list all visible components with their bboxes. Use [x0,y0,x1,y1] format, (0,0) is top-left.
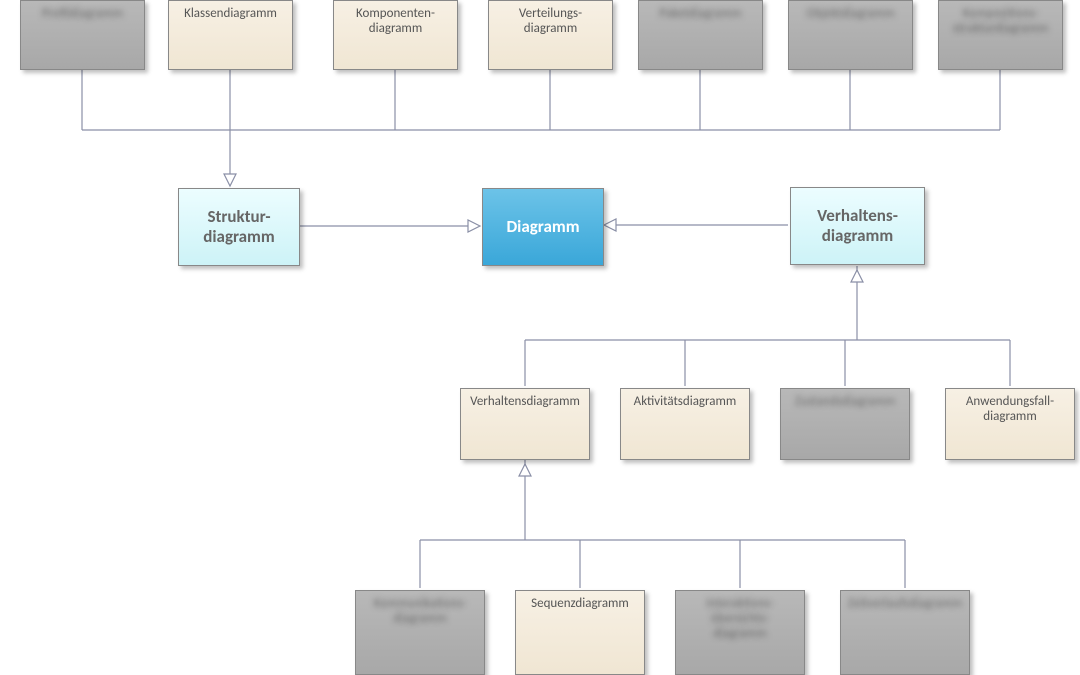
label: Objektdiagramm [806,7,895,22]
label: Diagramm [506,217,579,237]
label: Anwendungsfall-diagramm [966,395,1054,425]
label: Verhaltensdiagramm [470,395,580,410]
node-interaktionsuebersicht: Interaktions-übersichts-diagramm [675,590,805,675]
label: Struktur-diagramm [203,207,274,246]
node-verhaltensdiagramm: Verhaltens-diagramm [790,187,925,265]
node-profildiagramm: Profildiagramm [20,0,145,70]
node-sequenzdiagramm: Sequenzdiagramm [515,590,645,675]
label: Interaktions-übersichts-diagramm [707,597,774,642]
label: Kompositions-strukturdiagramm [953,7,1048,37]
label: Verhaltens-diagramm [817,206,898,245]
label: Verteilungs-diagramm [519,7,582,37]
node-klassendiagramm: Klassendiagramm [168,0,293,70]
node-aktivitaetsdiagramm: Aktivitätsdiagramm [620,388,750,460]
label: Komponenten-diagramm [356,7,435,37]
node-zustandsdiagramm: Zustandsdiagramm [780,388,910,460]
label: Profildiagramm [42,7,123,22]
node-verhaltensdiagramm-child: Verhaltensdiagramm [460,388,590,460]
node-komponentendiagramm: Komponenten-diagramm [333,0,458,70]
label: Sequenzdiagramm [531,597,629,612]
label: Klassendiagramm [184,7,277,22]
node-anwendungsfalldiagramm: Anwendungsfall-diagramm [945,388,1075,460]
node-paketdiagramm: Paketdiagramm [638,0,763,70]
label: Kommunikations-diagramm [374,597,467,627]
node-diagramm: Diagramm [482,188,604,266]
node-kompositionsstruktur: Kompositions-strukturdiagramm [938,0,1063,70]
node-strukturdiagramm: Struktur-diagramm [178,188,300,266]
label: Paketdiagramm [659,7,741,22]
label: Aktivitätsdiagramm [634,395,737,410]
label: Zeitverlaufsdiagramm [848,597,963,612]
node-objektdiagramm: Objektdiagramm [788,0,913,70]
connector-layer [0,0,1080,675]
label: Zustandsdiagramm [795,395,895,410]
node-verteilungsdiagramm: Verteilungs-diagramm [488,0,613,70]
node-kommunikationsdiagramm: Kommunikations-diagramm [355,590,485,675]
node-zeitverlaufsdiagramm: Zeitverlaufsdiagramm [840,590,970,675]
